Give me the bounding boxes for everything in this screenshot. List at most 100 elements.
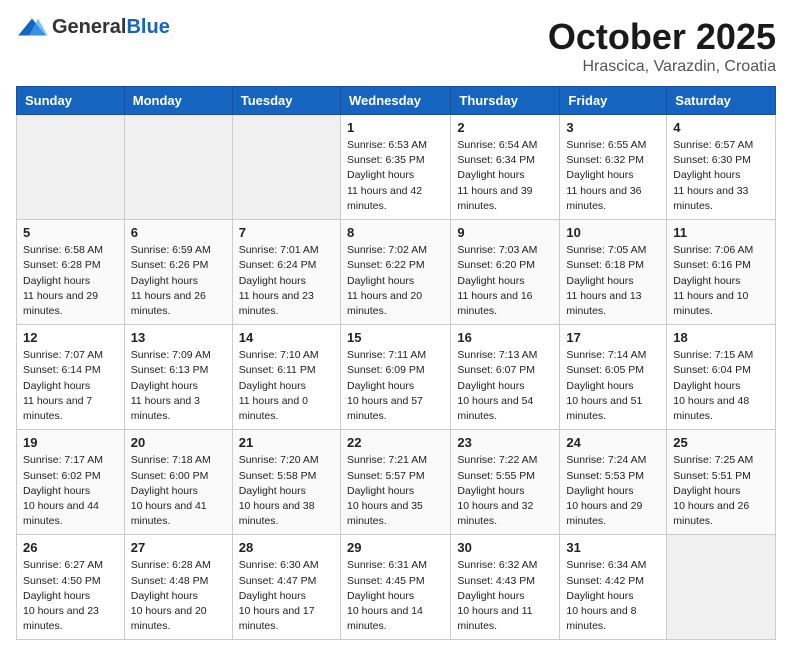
day-info: Sunrise: 7:02 AM Sunset: 6:22 PM Dayligh… xyxy=(347,243,444,319)
day-info: Sunrise: 6:32 AM Sunset: 4:43 PM Dayligh… xyxy=(457,558,553,634)
day-number: 29 xyxy=(347,540,444,555)
calendar-cell: 4 Sunrise: 6:57 AM Sunset: 6:30 PM Dayli… xyxy=(667,115,776,220)
day-info: Sunrise: 7:20 AM Sunset: 5:58 PM Dayligh… xyxy=(239,453,334,529)
day-number: 22 xyxy=(347,435,444,450)
calendar-cell: 11 Sunrise: 7:06 AM Sunset: 6:16 PM Dayl… xyxy=(667,220,776,325)
day-number: 23 xyxy=(457,435,553,450)
day-number: 19 xyxy=(23,435,118,450)
day-info: Sunrise: 6:54 AM Sunset: 6:34 PM Dayligh… xyxy=(457,138,553,214)
week-row-1: 1 Sunrise: 6:53 AM Sunset: 6:35 PM Dayli… xyxy=(17,115,776,220)
day-number: 27 xyxy=(131,540,226,555)
weekday-header-wednesday: Wednesday xyxy=(340,87,450,115)
calendar-cell: 28 Sunrise: 6:30 AM Sunset: 4:47 PM Dayl… xyxy=(232,535,340,640)
day-number: 4 xyxy=(673,120,769,135)
day-info: Sunrise: 6:55 AM Sunset: 6:32 PM Dayligh… xyxy=(566,138,660,214)
calendar-cell: 25 Sunrise: 7:25 AM Sunset: 5:51 PM Dayl… xyxy=(667,430,776,535)
day-info: Sunrise: 6:34 AM Sunset: 4:42 PM Dayligh… xyxy=(566,558,660,634)
day-info: Sunrise: 7:13 AM Sunset: 6:07 PM Dayligh… xyxy=(457,348,553,424)
day-info: Sunrise: 7:10 AM Sunset: 6:11 PM Dayligh… xyxy=(239,348,334,424)
week-row-5: 26 Sunrise: 6:27 AM Sunset: 4:50 PM Dayl… xyxy=(17,535,776,640)
day-info: Sunrise: 7:01 AM Sunset: 6:24 PM Dayligh… xyxy=(239,243,334,319)
day-info: Sunrise: 6:30 AM Sunset: 4:47 PM Dayligh… xyxy=(239,558,334,634)
day-info: Sunrise: 7:17 AM Sunset: 6:02 PM Dayligh… xyxy=(23,453,118,529)
calendar-cell: 17 Sunrise: 7:14 AM Sunset: 6:05 PM Dayl… xyxy=(560,325,667,430)
day-number: 13 xyxy=(131,330,226,345)
logo-blue: Blue xyxy=(126,16,169,38)
day-info: Sunrise: 7:24 AM Sunset: 5:53 PM Dayligh… xyxy=(566,453,660,529)
weekday-header-sunday: Sunday xyxy=(17,87,125,115)
calendar-cell: 19 Sunrise: 7:17 AM Sunset: 6:02 PM Dayl… xyxy=(17,430,125,535)
weekday-header-monday: Monday xyxy=(124,87,232,115)
day-number: 2 xyxy=(457,120,553,135)
day-number: 6 xyxy=(131,225,226,240)
calendar-cell: 6 Sunrise: 6:59 AM Sunset: 6:26 PM Dayli… xyxy=(124,220,232,325)
logo-icon xyxy=(16,17,48,37)
day-info: Sunrise: 7:03 AM Sunset: 6:20 PM Dayligh… xyxy=(457,243,553,319)
day-info: Sunrise: 7:09 AM Sunset: 6:13 PM Dayligh… xyxy=(131,348,226,424)
day-number: 24 xyxy=(566,435,660,450)
week-row-3: 12 Sunrise: 7:07 AM Sunset: 6:14 PM Dayl… xyxy=(17,325,776,430)
week-row-2: 5 Sunrise: 6:58 AM Sunset: 6:28 PM Dayli… xyxy=(17,220,776,325)
weekday-header-tuesday: Tuesday xyxy=(232,87,340,115)
day-number: 8 xyxy=(347,225,444,240)
weekday-header-thursday: Thursday xyxy=(451,87,560,115)
calendar-cell: 31 Sunrise: 6:34 AM Sunset: 4:42 PM Dayl… xyxy=(560,535,667,640)
day-info: Sunrise: 6:53 AM Sunset: 6:35 PM Dayligh… xyxy=(347,138,444,214)
day-number: 3 xyxy=(566,120,660,135)
day-number: 28 xyxy=(239,540,334,555)
calendar-cell xyxy=(124,115,232,220)
calendar-cell: 29 Sunrise: 6:31 AM Sunset: 4:45 PM Dayl… xyxy=(340,535,450,640)
day-number: 15 xyxy=(347,330,444,345)
calendar-cell: 10 Sunrise: 7:05 AM Sunset: 6:18 PM Dayl… xyxy=(560,220,667,325)
calendar-cell: 20 Sunrise: 7:18 AM Sunset: 6:00 PM Dayl… xyxy=(124,430,232,535)
calendar-cell: 26 Sunrise: 6:27 AM Sunset: 4:50 PM Dayl… xyxy=(17,535,125,640)
day-number: 9 xyxy=(457,225,553,240)
day-number: 16 xyxy=(457,330,553,345)
day-info: Sunrise: 7:18 AM Sunset: 6:00 PM Dayligh… xyxy=(131,453,226,529)
weekday-header-saturday: Saturday xyxy=(667,87,776,115)
day-number: 1 xyxy=(347,120,444,135)
calendar-cell: 18 Sunrise: 7:15 AM Sunset: 6:04 PM Dayl… xyxy=(667,325,776,430)
day-info: Sunrise: 6:57 AM Sunset: 6:30 PM Dayligh… xyxy=(673,138,769,214)
day-info: Sunrise: 7:14 AM Sunset: 6:05 PM Dayligh… xyxy=(566,348,660,424)
title-section: October 2025 Hrascica, Varazdin, Croatia xyxy=(548,16,776,76)
calendar-cell: 5 Sunrise: 6:58 AM Sunset: 6:28 PM Dayli… xyxy=(17,220,125,325)
day-info: Sunrise: 7:07 AM Sunset: 6:14 PM Dayligh… xyxy=(23,348,118,424)
weekday-header-friday: Friday xyxy=(560,87,667,115)
calendar-cell: 13 Sunrise: 7:09 AM Sunset: 6:13 PM Dayl… xyxy=(124,325,232,430)
day-number: 31 xyxy=(566,540,660,555)
weekday-header-row: SundayMondayTuesdayWednesdayThursdayFrid… xyxy=(17,87,776,115)
day-number: 14 xyxy=(239,330,334,345)
day-info: Sunrise: 6:59 AM Sunset: 6:26 PM Dayligh… xyxy=(131,243,226,319)
location: Hrascica, Varazdin, Croatia xyxy=(548,58,776,76)
page-header: GeneralBlue October 2025 Hrascica, Varaz… xyxy=(16,16,776,76)
day-number: 10 xyxy=(566,225,660,240)
day-info: Sunrise: 6:31 AM Sunset: 4:45 PM Dayligh… xyxy=(347,558,444,634)
calendar-cell: 3 Sunrise: 6:55 AM Sunset: 6:32 PM Dayli… xyxy=(560,115,667,220)
calendar-cell: 12 Sunrise: 7:07 AM Sunset: 6:14 PM Dayl… xyxy=(17,325,125,430)
day-number: 12 xyxy=(23,330,118,345)
calendar-cell xyxy=(232,115,340,220)
day-info: Sunrise: 7:25 AM Sunset: 5:51 PM Dayligh… xyxy=(673,453,769,529)
calendar-cell: 22 Sunrise: 7:21 AM Sunset: 5:57 PM Dayl… xyxy=(340,430,450,535)
calendar-cell: 30 Sunrise: 6:32 AM Sunset: 4:43 PM Dayl… xyxy=(451,535,560,640)
day-number: 20 xyxy=(131,435,226,450)
calendar-cell: 15 Sunrise: 7:11 AM Sunset: 6:09 PM Dayl… xyxy=(340,325,450,430)
calendar-cell: 21 Sunrise: 7:20 AM Sunset: 5:58 PM Dayl… xyxy=(232,430,340,535)
day-number: 21 xyxy=(239,435,334,450)
day-info: Sunrise: 7:21 AM Sunset: 5:57 PM Dayligh… xyxy=(347,453,444,529)
logo-general: General xyxy=(52,16,126,38)
day-info: Sunrise: 6:28 AM Sunset: 4:48 PM Dayligh… xyxy=(131,558,226,634)
calendar-cell: 1 Sunrise: 6:53 AM Sunset: 6:35 PM Dayli… xyxy=(340,115,450,220)
calendar-cell: 23 Sunrise: 7:22 AM Sunset: 5:55 PM Dayl… xyxy=(451,430,560,535)
day-info: Sunrise: 6:27 AM Sunset: 4:50 PM Dayligh… xyxy=(23,558,118,634)
calendar-table: SundayMondayTuesdayWednesdayThursdayFrid… xyxy=(16,86,776,640)
day-number: 25 xyxy=(673,435,769,450)
calendar-cell: 24 Sunrise: 7:24 AM Sunset: 5:53 PM Dayl… xyxy=(560,430,667,535)
logo: GeneralBlue xyxy=(16,16,170,39)
day-info: Sunrise: 7:11 AM Sunset: 6:09 PM Dayligh… xyxy=(347,348,444,424)
day-info: Sunrise: 7:15 AM Sunset: 6:04 PM Dayligh… xyxy=(673,348,769,424)
calendar-cell xyxy=(667,535,776,640)
day-number: 30 xyxy=(457,540,553,555)
day-number: 17 xyxy=(566,330,660,345)
